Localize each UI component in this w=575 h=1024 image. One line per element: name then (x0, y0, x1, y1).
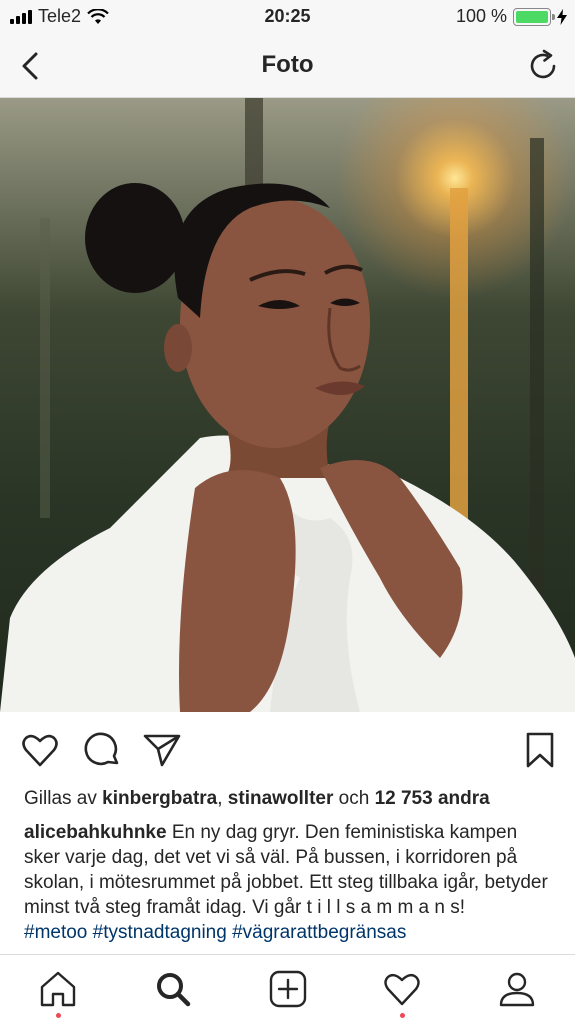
battery-icon (513, 7, 555, 26)
caption-username[interactable]: alicebahkuhnke (24, 822, 167, 843)
charging-icon (557, 8, 567, 25)
battery-area: 100 % (456, 6, 567, 27)
likes-separator: , (217, 788, 228, 809)
battery-percent: 100 % (455, 6, 507, 26)
notification-dot (56, 1013, 61, 1018)
likes-line: Gillas av kinbergbatra, stinawollter och… (24, 786, 564, 812)
profile-icon[interactable] (497, 969, 537, 1009)
activity-heart-icon[interactable] (382, 969, 422, 1009)
liker-username-2[interactable]: stinawollter (228, 788, 334, 809)
post-photo[interactable] (0, 98, 575, 712)
post-caption: alicebahkuhnke En ny dag gryr. Den femin… (24, 820, 554, 956)
comment-icon[interactable] (82, 730, 122, 770)
share-icon[interactable] (142, 730, 182, 770)
tab-bar (0, 954, 575, 1024)
likes-prefix: Gillas av (24, 788, 103, 809)
home-icon[interactable] (38, 969, 78, 1009)
status-bar: Tele2 20:25 100 % (0, 0, 575, 34)
page-title: Foto (261, 51, 314, 78)
search-icon[interactable] (153, 969, 193, 1009)
heart-icon[interactable] (20, 730, 60, 770)
refresh-icon[interactable] (525, 48, 561, 84)
caption-hashtags[interactable]: #metoo #tystnadtagning #vägrarattbegräns… (24, 922, 406, 943)
likes-conjunction: och (333, 788, 375, 809)
new-post-icon[interactable] (268, 969, 308, 1009)
likes-others-count[interactable]: 12 753 andra (375, 788, 490, 809)
nav-bar: Foto (0, 34, 575, 98)
liker-username-1[interactable]: kinbergbatra (102, 788, 217, 809)
notification-dot (400, 1013, 405, 1018)
post-actions (0, 712, 575, 788)
bookmark-icon[interactable] (520, 730, 560, 770)
